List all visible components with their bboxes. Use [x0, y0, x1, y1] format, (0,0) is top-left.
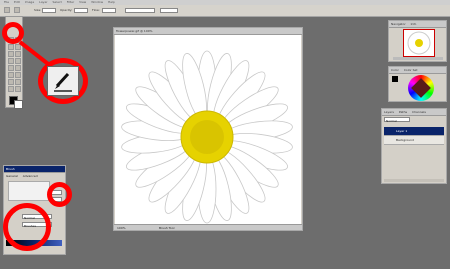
menu-image[interactable]: Image — [25, 0, 34, 4]
color-tab[interactable]: Color — [391, 68, 399, 72]
brush-preset-icon[interactable] — [4, 7, 10, 13]
brush-tool-zoom — [47, 66, 79, 96]
color-fg-swatch[interactable] — [392, 76, 398, 82]
blend-mode-select[interactable]: Normal — [384, 117, 410, 123]
info-tab[interactable]: Info — [411, 22, 417, 26]
menu-window[interactable]: Window — [91, 0, 103, 4]
menu-file[interactable]: File — [4, 0, 9, 4]
menu-select[interactable]: Select — [53, 0, 62, 4]
options-field[interactable] — [160, 8, 178, 13]
color-panel: Color Color Set — [388, 66, 447, 102]
layers-tab[interactable]: Layers — [384, 110, 394, 114]
brush-general-tab[interactable]: General — [6, 174, 18, 178]
layer-name: Layer 1 — [396, 129, 408, 133]
brush-tool-small-icon[interactable] — [15, 58, 21, 64]
document-status-bar: 100% Brush Tool — [114, 224, 302, 230]
text-tool-icon[interactable] — [8, 86, 14, 92]
navigator-thumbnail-image — [407, 31, 431, 55]
history-brush-tool-icon[interactable] — [15, 65, 21, 71]
layer-row[interactable]: Background — [384, 136, 444, 145]
lasso-tool-icon[interactable] — [8, 44, 14, 50]
size-label: Size: — [34, 8, 42, 12]
menu-edit[interactable]: Edit — [14, 0, 20, 4]
navigator-tab[interactable]: Navigator — [391, 22, 406, 26]
brush-advanced-tab[interactable]: Advanced — [23, 174, 38, 178]
navigator-zoom-slider[interactable] — [393, 57, 443, 60]
brush-tool-zoom-icon — [54, 72, 72, 92]
color-set-tab[interactable]: Color Set — [404, 68, 418, 72]
stamp-tool-icon[interactable] — [8, 65, 14, 71]
background-color-swatch[interactable] — [14, 100, 23, 109]
size-field[interactable] — [42, 8, 56, 13]
healing-tool-icon[interactable] — [8, 58, 14, 64]
brush-preview[interactable] — [8, 181, 50, 201]
crop-tool-icon[interactable] — [8, 51, 14, 57]
dodge-tool-icon[interactable] — [8, 79, 14, 85]
layer-name: Background — [396, 138, 414, 142]
annotation-ring-brush-size — [47, 182, 72, 207]
document-canvas[interactable] — [115, 35, 301, 225]
document-window: flowerpower.gif @ 100% 100% Brush Tool — [113, 27, 303, 231]
paths-tab[interactable]: Paths — [399, 110, 407, 114]
navigator-panel: Navigator Info — [388, 20, 447, 62]
flow-label: Flow: — [92, 8, 100, 12]
annotation-ring-brush-mode — [3, 203, 51, 251]
daisy-image — [121, 50, 293, 224]
document-title: flowerpower.gif @ 100% — [114, 28, 302, 35]
brush-picker-icon[interactable] — [14, 7, 20, 13]
layers-footer — [384, 179, 444, 182]
gradient-tool-icon[interactable] — [15, 72, 21, 78]
menu-layer[interactable]: Layer — [39, 0, 47, 4]
zoom-readout: 100% — [117, 225, 126, 230]
options-bar: Size: Opacity: Flow: — [0, 5, 450, 17]
navigator-thumbnail[interactable] — [403, 29, 435, 57]
opacity-label: Opacity: — [60, 8, 73, 12]
menu-filter[interactable]: Filter — [67, 0, 74, 4]
menu-view[interactable]: View — [79, 0, 86, 4]
slice-tool-icon[interactable] — [15, 51, 21, 57]
status-text: Brush Tool — [159, 225, 175, 230]
flow-field[interactable] — [102, 8, 116, 13]
layers-panel: Layers Paths Channels Normal Layer 1 Bac… — [381, 108, 447, 184]
eraser-tool-icon[interactable] — [8, 72, 14, 78]
channels-tab[interactable]: Channels — [412, 110, 426, 114]
opacity-field[interactable] — [74, 8, 88, 13]
layer-row[interactable]: Layer 1 — [384, 127, 444, 136]
mode-select[interactable] — [125, 8, 155, 13]
brush-panel-title: Brush — [4, 166, 65, 173]
menu-help[interactable]: Help — [108, 0, 115, 4]
pen-tool-icon[interactable] — [15, 79, 21, 85]
shape-tool-icon[interactable] — [15, 86, 21, 92]
